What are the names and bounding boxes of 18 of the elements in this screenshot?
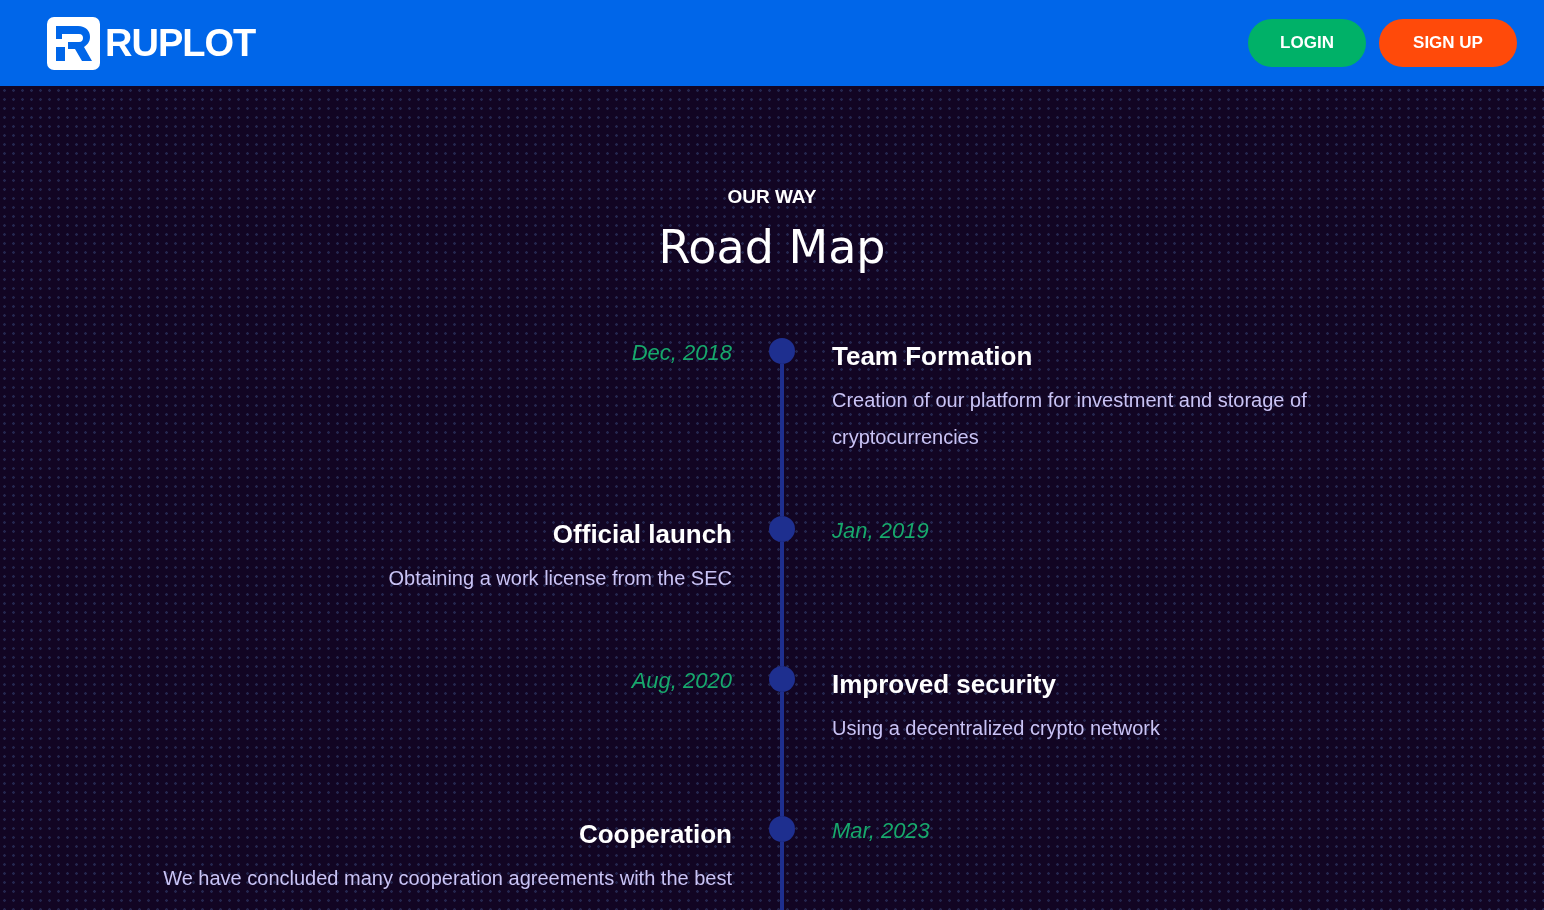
milestone-title: Cooperation	[577, 818, 732, 851]
milestone-date: Mar, 2023	[832, 817, 931, 844]
milestone-title: Team Formation	[832, 340, 1034, 373]
milestone-description: Obtaining a work license from the SEC	[387, 566, 732, 591]
logo-icon	[47, 16, 100, 70]
milestone-date: Aug, 2020	[630, 667, 732, 694]
logo-text: RUPLOT	[105, 21, 256, 65]
milestone-title: Official launch	[551, 518, 732, 551]
milestone-description: We have concluded many cooperation agreements with the best	[162, 866, 732, 891]
section-title: Road Map	[657, 220, 887, 274]
login-button[interactable]: LOGIN	[1248, 19, 1366, 67]
milestone-description: Creation of our platform for investment and storage of cryptocurrencies	[832, 388, 1308, 450]
milestone-date: Jan, 2019	[832, 517, 930, 544]
milestone-date: Dec, 2018	[630, 339, 732, 366]
milestone-title: Improved security	[832, 668, 1057, 701]
milestone-description: Using a decentralized crypto network	[832, 716, 1161, 741]
section-eyebrow: OUR WAY	[726, 186, 818, 208]
sign-up-button[interactable]: SIGN UP	[1379, 19, 1517, 67]
